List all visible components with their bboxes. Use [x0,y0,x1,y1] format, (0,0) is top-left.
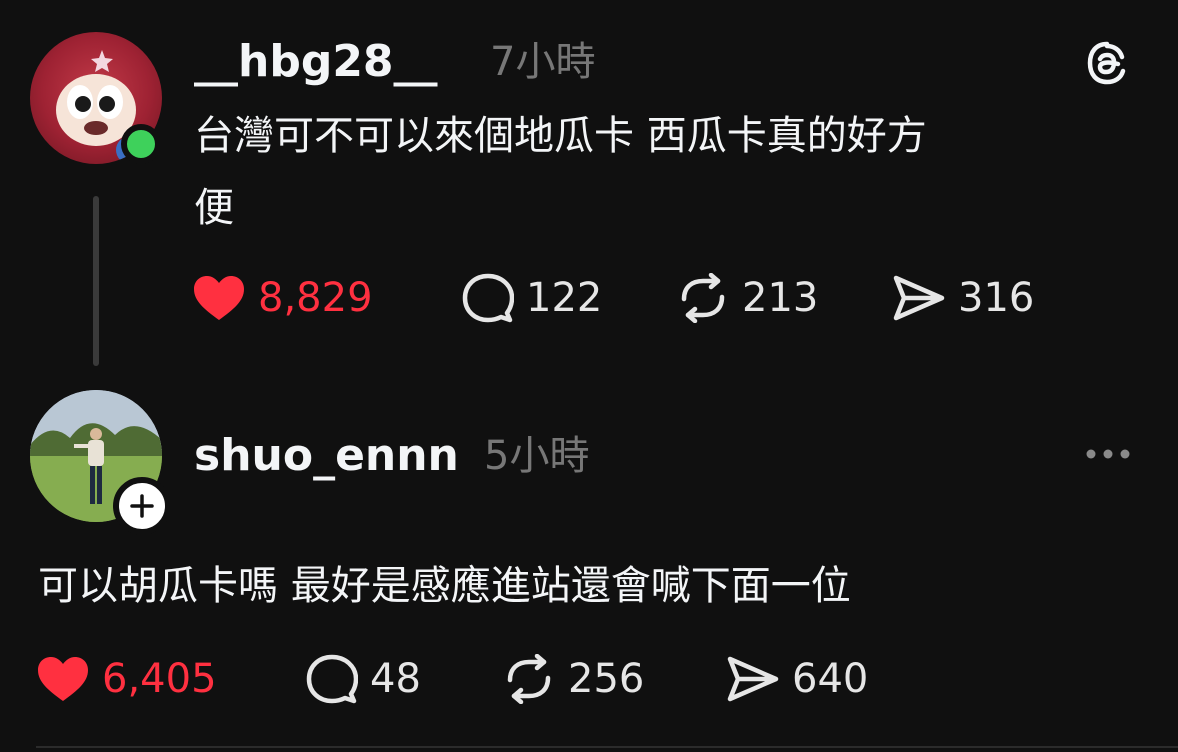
repost-icon [507,654,551,704]
thread-connector-line [93,196,99,366]
like-button[interactable]: 6,405 [36,654,217,704]
share-button[interactable]: 316 [892,273,1034,323]
share-count: 640 [792,656,869,702]
post-divider [36,746,1178,748]
follow-button[interactable] [113,477,171,535]
like-button[interactable]: 8,829 [192,273,373,323]
post-username[interactable]: __hbg28__ [194,40,438,84]
post-text-line: 便 [194,185,234,231]
comment-icon [462,273,514,323]
more-icon[interactable] [1084,444,1132,464]
share-count: 316 [958,275,1035,321]
share-button[interactable]: 640 [726,654,868,704]
reply-count: 48 [370,656,421,702]
reply-button[interactable]: 122 [462,273,602,323]
plus-icon [130,494,154,518]
post-text-line: 可以胡瓜卡嗎 最好是感應進站還會喊下面一位 [38,563,851,609]
post-timestamp: 5小時 [484,433,590,479]
like-count: 8,829 [258,275,373,321]
send-icon [893,275,945,321]
heart-icon [38,657,88,701]
repost-button[interactable]: 213 [676,273,818,323]
threads-logo-icon[interactable] [1084,40,1130,86]
online-status-dot [121,124,161,164]
repost-button[interactable]: 256 [502,654,644,704]
repost-count: 213 [742,275,819,321]
comment-icon [306,654,358,704]
reply-count: 122 [526,275,603,321]
post-timestamp: 7小時 [490,39,596,85]
post-text-line: 台灣可不可以來個地瓜卡 西瓜卡真的好方 [194,113,927,159]
send-icon [727,656,779,702]
post-username[interactable]: shuo_ennn [194,434,459,478]
repost-count: 256 [568,656,645,702]
repost-icon [681,273,725,323]
heart-icon [194,276,244,320]
like-count: 6,405 [102,656,217,702]
reply-button[interactable]: 48 [306,654,421,704]
